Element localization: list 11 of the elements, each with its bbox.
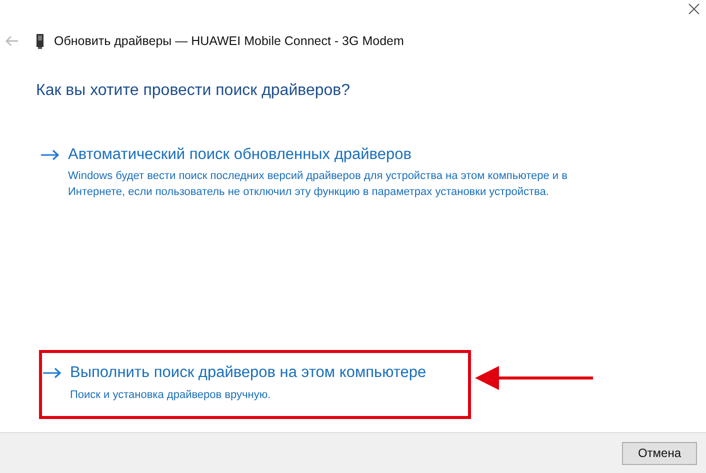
close-icon[interactable] <box>688 3 700 15</box>
cancel-button[interactable]: Отмена <box>622 442 697 464</box>
page-heading: Как вы хотите провести поиск драйверов? <box>36 81 352 101</box>
arrow-icon <box>40 148 60 161</box>
option-description: Windows будет вести поиск последних версий драйверов для устройства на этом компьютере и в Интернете, если пользователь не отключил эту функцию в параметрах установки устройства. <box>68 169 568 200</box>
option-description: Поиск и установка драйверов вручную. <box>70 388 272 402</box>
option-link[interactable]: Автоматический поиск обновленных драйверов <box>68 143 412 166</box>
option-link[interactable]: Выполнить поиск драйверов на этом компьютере <box>70 361 426 384</box>
arrow-icon <box>42 366 62 379</box>
modem-icon <box>36 34 44 48</box>
window-title: Обновить драйверы — HUAWEI Mobile Connect - 3G Modem <box>54 32 404 50</box>
